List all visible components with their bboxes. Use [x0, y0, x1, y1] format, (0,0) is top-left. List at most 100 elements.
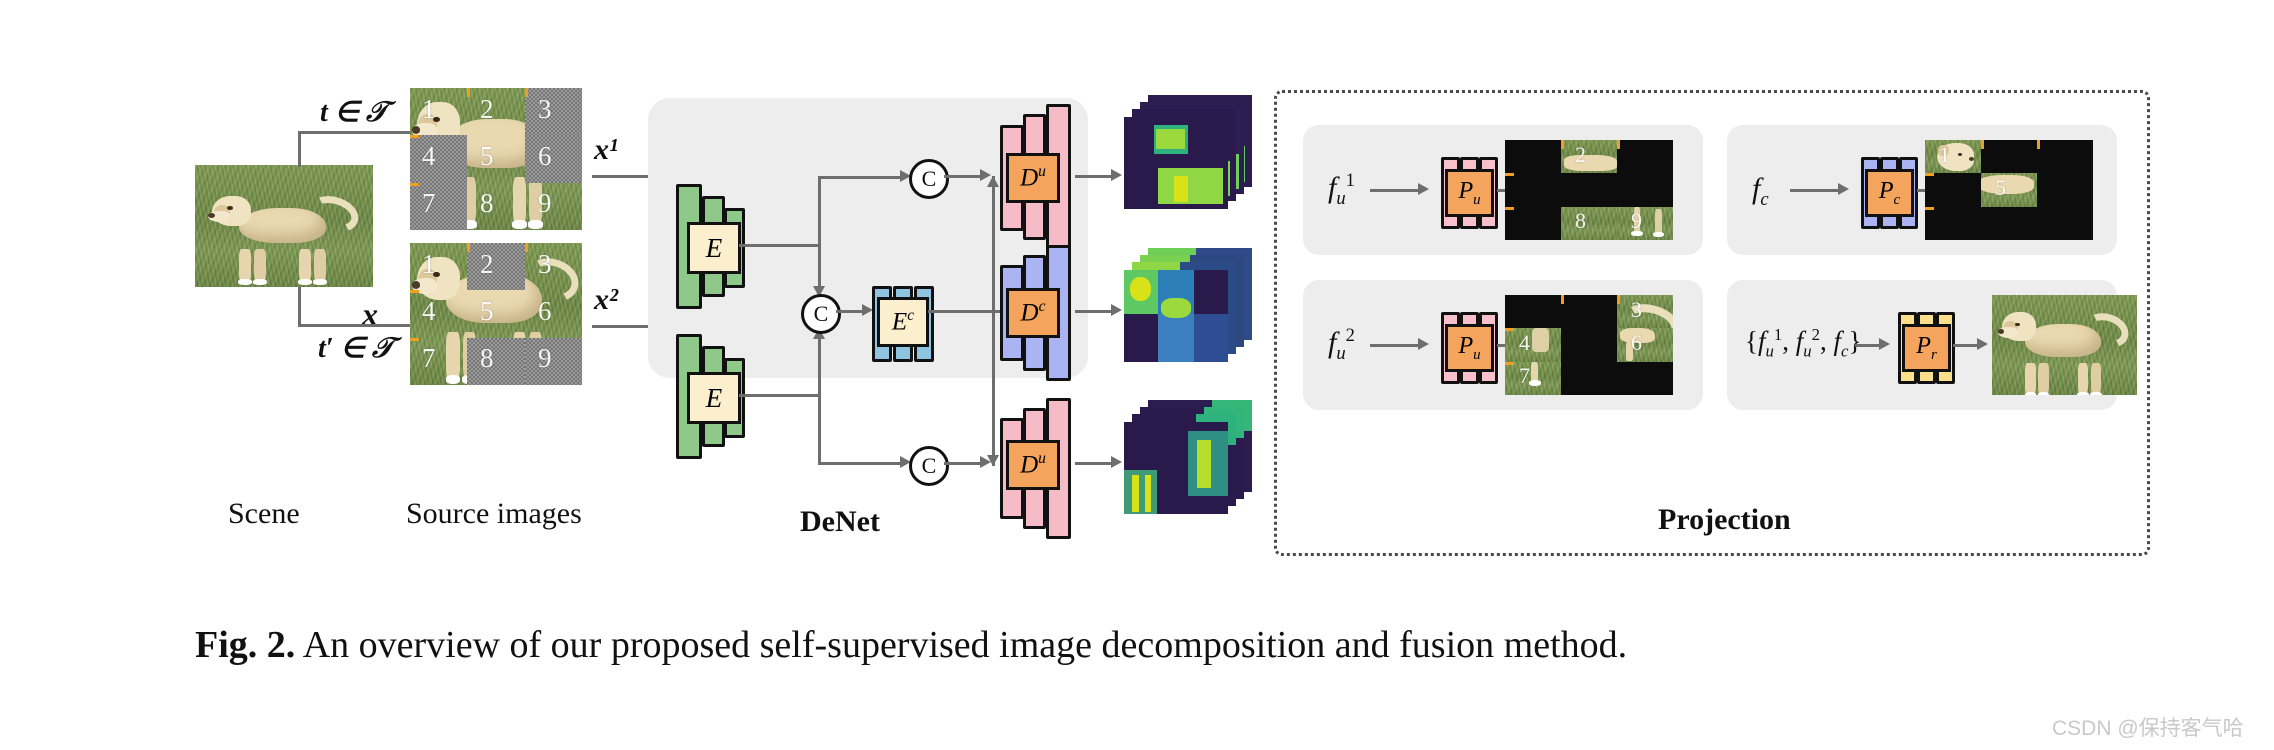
- patch-number: 8: [480, 343, 494, 373]
- patch-number: 5: [1995, 175, 2006, 200]
- concat-symbol: C: [921, 166, 937, 191]
- patch-number: 3: [1631, 297, 1642, 322]
- arrow-out-3: [1111, 456, 1122, 468]
- feature-map-stack-fu1: [1124, 95, 1254, 215]
- patch-number: 8: [1575, 208, 1586, 233]
- arrow-proj1-in: [1418, 183, 1429, 195]
- patch-number: 9: [1631, 208, 1642, 233]
- projection-output-image-3: 3 4 6 7: [1505, 295, 1673, 395]
- scene-branch-vertical-bottom: [298, 287, 301, 326]
- wire-proj3-in: [1370, 344, 1422, 347]
- caption-label: Fig. 2.: [195, 624, 296, 666]
- wire-enc-top-branch-up: [818, 176, 821, 246]
- patch-number: 1: [1939, 142, 1950, 167]
- concat-node-mid: C: [801, 294, 841, 334]
- feature-map-stack-fu2: [1124, 400, 1254, 520]
- wire-out-3: [1075, 462, 1115, 465]
- patch-number: 9: [538, 343, 552, 373]
- feature-map-stack-fc: [1124, 248, 1254, 368]
- concat-node-top: C: [909, 159, 949, 199]
- wire-enc-bottom-out: [739, 394, 819, 397]
- decoder-bottom-label: D: [1020, 451, 1039, 479]
- transform-bottom-label: t′ ∈ 𝒯: [318, 333, 394, 364]
- concat-symbol: C: [813, 301, 829, 326]
- patch-number: 2: [480, 249, 494, 279]
- masked-patch-2: [467, 243, 525, 291]
- projection-input-fu1: fu1: [1328, 170, 1355, 209]
- masked-patch-3: [524, 88, 582, 136]
- arrow-out-1: [1111, 169, 1122, 181]
- patch-number: 4: [1519, 330, 1530, 355]
- source-1-symbol: x¹: [594, 133, 618, 166]
- masked-patch-6: [524, 135, 582, 183]
- projection-input-fu2: fu2: [1328, 325, 1355, 364]
- wire-to-concat-top: [818, 176, 904, 179]
- projection-input-fc: fc: [1752, 172, 1769, 210]
- wire-concat-bottom-to-du: [944, 462, 984, 465]
- source-2-symbol: x²: [594, 283, 618, 316]
- wire-proj2-in: [1790, 189, 1842, 192]
- common-encoder-label: E: [891, 308, 908, 336]
- transform-top-label: t ∈ 𝒯: [320, 97, 388, 128]
- patch-number: 5: [480, 296, 494, 326]
- projection-output-image-1: 2 8 9: [1505, 140, 1673, 240]
- denet-title: DeNet: [800, 505, 880, 538]
- patch-number: 6: [1631, 330, 1642, 355]
- projection-title: Projection: [1646, 503, 1803, 537]
- concat-symbol: C: [921, 453, 937, 478]
- wire-out-2: [1075, 310, 1115, 313]
- patch-number: 9: [538, 188, 552, 218]
- arrow-concat-bottom-to-du: [980, 456, 991, 468]
- masked-patch-4: [410, 135, 468, 183]
- decoder-top-sup: u: [1038, 163, 1046, 181]
- encoder-top-label: E: [705, 232, 723, 263]
- scene-photo: [195, 165, 373, 287]
- masked-patch-9: [524, 337, 582, 385]
- arrow-proj4-out: [1977, 338, 1988, 350]
- patch-number: 7: [1519, 363, 1530, 388]
- projection-input-fusion: {fu1, fu2, fc}: [1745, 325, 1862, 361]
- source-image-2: 1 2 3 4 5 6 7 8 9: [410, 243, 582, 385]
- wire-enc-top-to-concat-mid: [818, 244, 821, 290]
- patch-number: 3: [538, 249, 552, 279]
- patch-number: 5: [480, 141, 494, 171]
- arrow-out-2: [1111, 304, 1122, 316]
- scene-label: Scene: [228, 497, 300, 530]
- patch-number: 4: [422, 141, 436, 171]
- wire-enc-bottom-branch-down: [818, 394, 821, 464]
- encoder-bottom-label: E: [705, 382, 723, 413]
- scene-branch-top: [298, 131, 424, 134]
- source-image-1: 1 2 3 4 5 6 7 8 9: [410, 88, 582, 230]
- wire-skip-vertical: [992, 176, 995, 466]
- common-encoder-sup: c: [907, 307, 915, 325]
- scene-branch-vertical-top: [298, 131, 301, 167]
- decoder-bottom-sup: u: [1038, 450, 1046, 468]
- patch-number: 2: [480, 94, 494, 124]
- wire-to-concat-bottom: [818, 462, 904, 465]
- caption-text: An overview of our proposed self-supervi…: [302, 624, 1628, 666]
- wire-proj1-in: [1370, 189, 1422, 192]
- dog-illustration-fused: [1997, 307, 2134, 395]
- source-images-label: Source images: [406, 497, 582, 530]
- patch-number: 6: [538, 141, 552, 171]
- scene-branch-bottom: [298, 324, 424, 327]
- patch-number: 2: [1575, 142, 1586, 167]
- dog-illustration: [207, 190, 363, 286]
- decoder-top-label: D: [1020, 164, 1039, 192]
- arrow-proj3-in: [1418, 338, 1429, 350]
- projection-output-image-fused: [1992, 295, 2137, 395]
- patch-number: 1: [422, 94, 436, 124]
- arrow-concat-top-to-du: [980, 169, 991, 181]
- projection-output-image-2: 1 5: [1925, 140, 2093, 240]
- wire-enc-top-out: [739, 244, 819, 247]
- masked-patch-8: [467, 337, 525, 385]
- scene-symbol-x: x: [362, 296, 378, 332]
- concat-node-bottom: C: [909, 446, 949, 486]
- patch-number: 7: [422, 188, 436, 218]
- patch-number: 7: [422, 343, 436, 373]
- figure-caption: Fig. 2. An overview of our proposed self…: [195, 620, 2115, 671]
- csdn-watermark: CSDN @保持客气哈: [2052, 717, 2244, 740]
- arrow-proj4-in: [1879, 338, 1890, 350]
- wire-concat-top-to-du: [944, 175, 984, 178]
- patch-number: 8: [480, 188, 494, 218]
